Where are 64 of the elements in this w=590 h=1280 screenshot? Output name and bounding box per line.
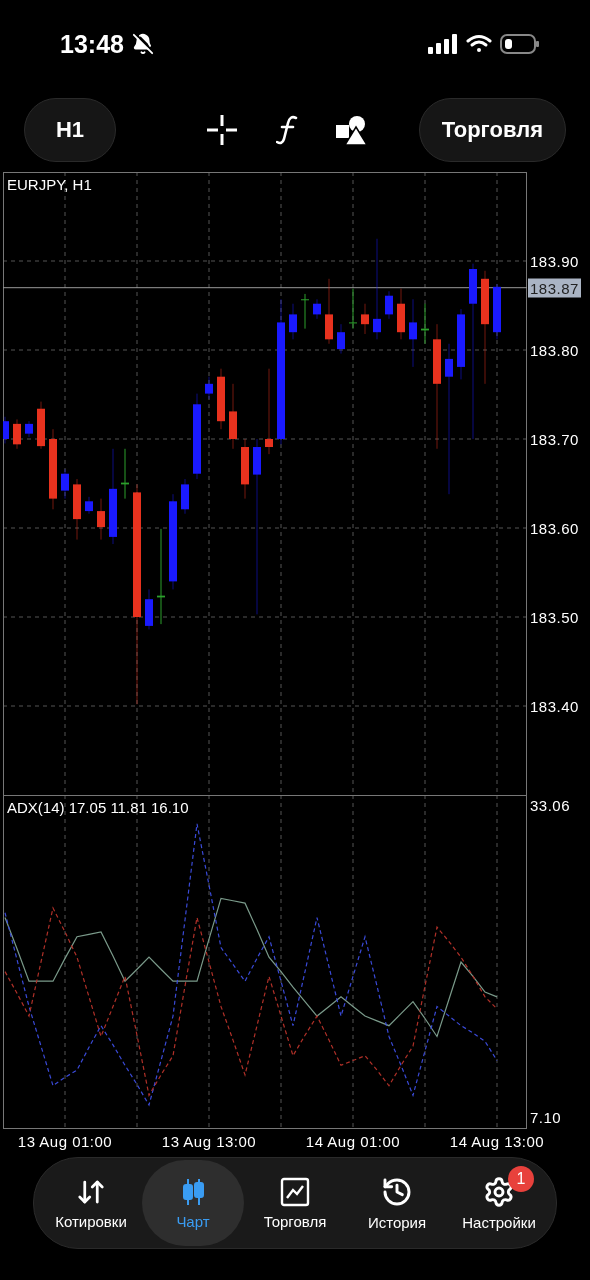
timeframe-button[interactable]: H1: [24, 98, 116, 162]
price-label: 183.80: [530, 341, 579, 359]
nav-tab[interactable]: История: [346, 1160, 448, 1246]
time-label: 14 Aug 13:00: [449, 1133, 545, 1150]
candle: [397, 288, 405, 340]
candle: [217, 368, 225, 430]
time-label: 13 Aug 13:00: [161, 1133, 257, 1150]
indicator-label: ADX(14) 17.05 11.81 16.10: [7, 799, 189, 816]
signal-icon: [428, 34, 458, 54]
candle: [361, 303, 369, 335]
candle: [13, 418, 21, 450]
nav-tab[interactable]: Настройки 1: [448, 1160, 550, 1246]
candle: [181, 478, 189, 515]
notification-badge: 1: [508, 1166, 534, 1192]
candle: [61, 468, 69, 500]
price-label: 183.40: [530, 697, 579, 715]
current-price-label: 183.87: [528, 278, 581, 298]
candle: [229, 383, 237, 450]
trade-button[interactable]: Торговля: [418, 98, 566, 162]
candle: [409, 298, 417, 368]
candle: [37, 401, 45, 450]
candle: [301, 293, 309, 330]
shapes-icon: [336, 115, 369, 145]
time-label: 13 Aug 01:00: [17, 1133, 113, 1150]
candle: [3, 416, 9, 444]
line-chart-icon: [280, 1176, 310, 1207]
nav-tab[interactable]: Чарт: [142, 1160, 244, 1246]
bell-muted-icon: [131, 33, 154, 55]
candle: [73, 478, 81, 541]
function-icon: [276, 115, 299, 145]
price-label: 183.70: [530, 430, 579, 448]
price-label: 183.60: [530, 519, 579, 537]
candle: [349, 288, 357, 330]
battery-icon: [500, 34, 540, 54]
nav-tab[interactable]: Котировки: [40, 1160, 142, 1246]
candle: [289, 303, 297, 340]
time-label: 14 Aug 01:00: [305, 1133, 401, 1150]
candle: [421, 303, 429, 345]
status-time: 13:48: [60, 29, 124, 59]
indicator-scale-label: 7.10: [530, 1108, 562, 1126]
candle: [25, 420, 33, 438]
wifi-icon: [466, 34, 492, 54]
settings-icon: [483, 1175, 515, 1208]
candle: [241, 438, 249, 500]
candle: [205, 376, 213, 400]
crosshair-button[interactable]: [206, 114, 239, 146]
candle: [325, 278, 333, 345]
candle: [337, 323, 345, 355]
indicators-button[interactable]: [276, 115, 299, 145]
price-label: 183.90: [530, 252, 579, 270]
candle: [313, 298, 321, 320]
chart-title: EURJPY, H1: [7, 176, 92, 193]
candle: [97, 498, 105, 541]
candle: [457, 308, 465, 380]
candle: [85, 496, 93, 515]
candle: [121, 448, 129, 500]
candle: [493, 283, 501, 340]
candle: [145, 588, 153, 630]
crosshair-icon: [206, 114, 239, 146]
candle: [385, 290, 393, 320]
indicator-scale-label: 33.06: [530, 796, 571, 814]
nav-tab[interactable]: Торговля: [244, 1160, 346, 1246]
objects-button[interactable]: [336, 115, 369, 145]
price-label: 183.50: [530, 608, 579, 626]
